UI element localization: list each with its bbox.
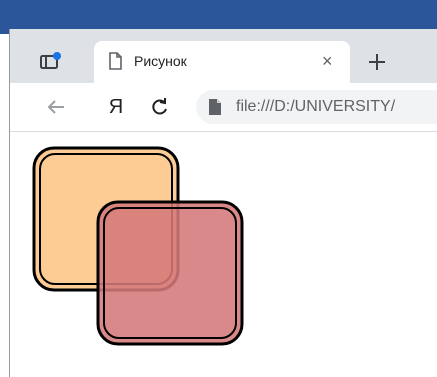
plus-icon	[369, 54, 385, 70]
active-tab[interactable]: Рисунок ×	[94, 41, 350, 83]
address-bar[interactable]: file:///D:/UNIVERSITY/	[196, 90, 437, 124]
browser-window: Рисунок × Я file:///D:/UNIVERSITY/	[10, 29, 437, 377]
reload-icon	[152, 98, 167, 115]
page-content	[10, 132, 437, 377]
back-button[interactable]	[42, 93, 70, 121]
tab-title: Рисунок	[134, 53, 187, 69]
tab-actions-icon	[40, 52, 61, 69]
drawing-canvas	[32, 146, 244, 346]
arrow-left-icon	[47, 100, 64, 114]
yandex-button[interactable]: Я	[102, 93, 130, 121]
close-icon[interactable]: ×	[322, 51, 333, 72]
address-text: file:///D:/UNIVERSITY/	[236, 98, 396, 115]
page-icon	[108, 52, 122, 75]
tab-strip: Рисунок ×	[10, 29, 437, 83]
red-square	[96, 200, 244, 346]
reload-button[interactable]	[146, 93, 174, 121]
tab-actions-button[interactable]	[36, 49, 66, 73]
new-tab-button[interactable]	[362, 47, 392, 77]
browser-toolbar: Я file:///D:/UNIVERSITY/	[10, 83, 437, 132]
file-icon	[208, 99, 222, 120]
